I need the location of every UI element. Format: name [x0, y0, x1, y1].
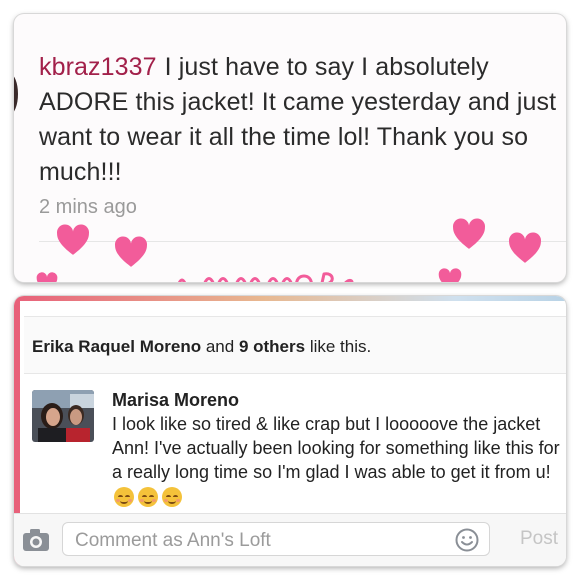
heart-icon: [56, 224, 90, 255]
smiling-face-emoji-icon: [162, 487, 182, 508]
likes-bar[interactable]: Erika Raquel Moreno and 9 others like th…: [24, 316, 566, 374]
facebook-comment-card: Erika Raquel Moreno and 9 others like th…: [14, 296, 566, 566]
instagram-comment-card: kbraz1337 I just have to say I absolutely…: [14, 14, 566, 282]
comment-body: I look like so tired & like crap but I l…: [112, 412, 564, 508]
heart-icon: [452, 218, 486, 249]
handwritten-doodle: [177, 272, 354, 282]
likes-summary[interactable]: Erika Raquel Moreno and 9 others like th…: [32, 337, 371, 357]
others-count[interactable]: 9 others: [239, 337, 305, 356]
comment-text-block: kbraz1337 I just have to say I absolutely…: [39, 50, 559, 190]
smiling-face-emoji-icon: [138, 487, 158, 508]
emoji-picker-icon[interactable]: [455, 528, 479, 552]
color-strip: [14, 296, 566, 301]
post-button[interactable]: Post: [520, 528, 558, 550]
heart-icon: [114, 236, 148, 267]
comment-username[interactable]: kbraz1337: [39, 53, 157, 81]
heart-icon: [36, 272, 58, 282]
heart-icon: [508, 232, 542, 263]
comment-author[interactable]: Marisa Moreno: [112, 390, 239, 411]
comment-timestamp: 2 mins ago: [39, 196, 137, 218]
smiling-face-emoji-icon: [114, 487, 134, 508]
emoji-row: [114, 487, 182, 508]
edge-decoration: [14, 74, 18, 114]
comment-placeholder: Comment as Ann's Loft: [75, 530, 271, 551]
liker-name[interactable]: Erika Raquel Moreno: [32, 337, 201, 356]
comment-input[interactable]: Comment as Ann's Loft: [62, 522, 490, 556]
comment-composer: Comment as Ann's Loft Post: [14, 513, 566, 566]
camera-icon[interactable]: [22, 528, 50, 552]
avatar[interactable]: [32, 390, 94, 442]
